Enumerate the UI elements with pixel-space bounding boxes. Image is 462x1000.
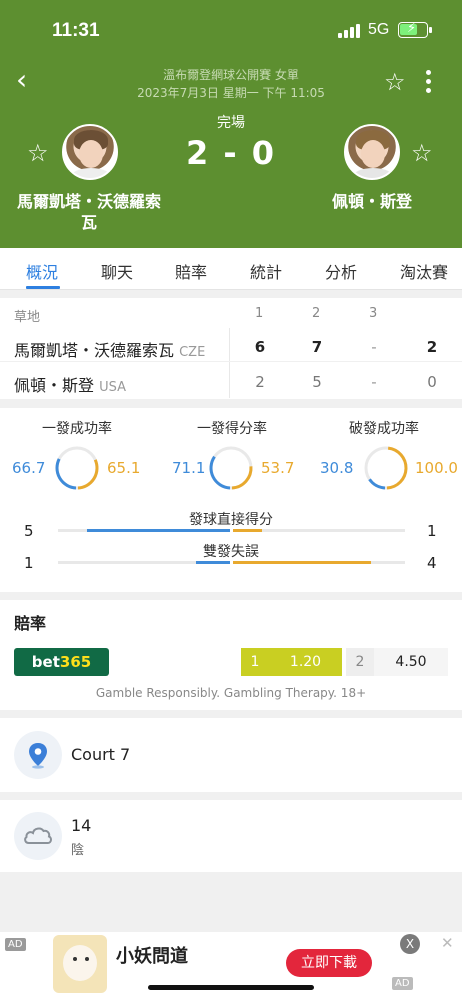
temperature: 14 xyxy=(71,816,92,835)
ring-right-arc xyxy=(386,446,408,490)
player2-set3: - xyxy=(371,373,377,391)
favorite-player2-star-icon[interactable]: ☆ xyxy=(411,141,433,165)
aces-left-bar xyxy=(86,529,230,532)
tab-knockout[interactable]: 淘汰賽 xyxy=(400,259,448,283)
double-faults-right-bar xyxy=(233,561,371,564)
more-options-icon[interactable] xyxy=(426,70,432,94)
player1-set2: 7 xyxy=(311,338,323,356)
ad-dismiss-icon[interactable]: ✕ xyxy=(441,934,454,952)
status-time: 11:31 xyxy=(52,20,100,41)
odds-option2-value[interactable]: 4.50 xyxy=(374,648,448,676)
double-faults-left-bar xyxy=(195,561,230,564)
set-header-2: 2 xyxy=(312,306,321,321)
odds-option1-index[interactable]: 1 xyxy=(241,648,269,676)
player2-row-name[interactable]: 佩頓・斯登 USA xyxy=(14,372,126,396)
stat3-right: 100.0 xyxy=(415,459,458,477)
ad-tag: AD xyxy=(5,938,26,951)
weather-card: 14 陰 xyxy=(0,800,462,872)
scoreboard: 草地 1 2 3 馬爾凱塔・沃德羅索瓦 CZE 6 7 - 2 佩頓・斯登 US… xyxy=(0,298,462,399)
stat2-left: 71.1 xyxy=(172,459,206,477)
player2-set2: 5 xyxy=(312,373,322,391)
player1-total: 2 xyxy=(426,338,438,356)
player2-set1: 2 xyxy=(255,373,265,391)
double-faults-left: 1 xyxy=(24,554,34,572)
bet365-logo[interactable]: bet365 xyxy=(14,648,109,676)
favorite-match-star-icon[interactable]: ☆ xyxy=(384,70,406,94)
double-faults-label: 雙發失誤 xyxy=(203,544,259,560)
gamble-disclaimer[interactable]: Gamble Responsibly. Gambling Therapy. 18… xyxy=(0,686,462,700)
stats-card: 一發成功率 一發得分率 破發成功率 66.7 65.1 71.1 53.7 30… xyxy=(0,408,462,592)
venue-name: Court 7 xyxy=(71,745,131,764)
match-status: 完場 xyxy=(217,115,245,131)
stat2-right: 53.7 xyxy=(261,459,295,477)
player2-name[interactable]: 佩頓・斯登 xyxy=(310,191,434,212)
aces-label: 發球直接得分 xyxy=(189,512,273,528)
tab-analysis[interactable]: 分析 xyxy=(325,259,357,283)
ad-title[interactable]: 小妖問道 xyxy=(116,942,188,968)
stat3-ring xyxy=(364,446,408,490)
tab-overview[interactable]: 概況 xyxy=(26,259,58,283)
tab-odds[interactable]: 賠率 xyxy=(175,259,207,283)
ad-tag-bottom: AD xyxy=(392,977,413,990)
stat2-ring xyxy=(209,446,253,490)
stat1-ring xyxy=(55,446,99,490)
match-header: 11:31 5G ⚡ ‹ 溫布爾登網球公開賽 女單 2023年7月3日 星期一 … xyxy=(0,0,462,248)
ring-right-arc xyxy=(231,466,253,490)
weather-condition: 陰 xyxy=(71,843,85,858)
ad-game-image[interactable] xyxy=(53,935,107,993)
cloud-icon xyxy=(14,812,62,860)
ad-close-icon[interactable]: X xyxy=(400,934,420,954)
odds-option1-value[interactable]: 1.20 xyxy=(269,648,342,676)
surface-label: 草地 xyxy=(14,310,41,325)
player1-country: CZE xyxy=(179,345,206,360)
tab-bar: 概況 聊天 賠率 統計 分析 淘汰賽 xyxy=(0,248,462,290)
active-tab-indicator xyxy=(26,286,60,289)
ring-right-arc xyxy=(77,459,99,490)
player2-country: USA xyxy=(99,380,127,395)
aces-left: 5 xyxy=(24,522,34,540)
odds-title: 賠率 xyxy=(14,614,47,633)
double-faults-right: 4 xyxy=(427,554,437,572)
stat3-left: 30.8 xyxy=(320,459,354,477)
ring-left-arc xyxy=(368,478,386,490)
stat1-label: 一發成功率 xyxy=(42,421,112,437)
tab-chat[interactable]: 聊天 xyxy=(101,259,133,283)
signal-icon xyxy=(338,24,360,38)
battery-icon: ⚡ xyxy=(398,21,432,38)
odds-option2-index[interactable]: 2 xyxy=(346,648,374,676)
stat2-label: 一發得分率 xyxy=(197,421,267,437)
player1-set1: 6 xyxy=(254,338,266,356)
network-type: 5G xyxy=(368,21,390,38)
player1-row-name[interactable]: 馬爾凱塔・沃德羅索瓦 CZE xyxy=(14,337,205,361)
stat1-right: 65.1 xyxy=(107,459,141,477)
set-header-3: 3 xyxy=(369,306,378,321)
set-header-1: 1 xyxy=(255,306,264,321)
player1-name[interactable]: 馬爾凱塔・沃德羅索瓦 xyxy=(14,191,164,233)
ring-left-arc xyxy=(55,458,77,490)
player1-set3: - xyxy=(371,338,377,356)
home-indicator[interactable] xyxy=(148,985,314,990)
player2-avatar[interactable] xyxy=(344,124,400,180)
stat1-left: 66.7 xyxy=(12,459,46,477)
stat3-label: 破發成功率 xyxy=(349,421,419,437)
aces-right: 1 xyxy=(427,522,437,540)
venue-card: Court 7 xyxy=(0,718,462,792)
aces-right-bar xyxy=(233,529,262,532)
odds-card: 賠率 bet365 1 1.20 2 4.50 Gamble Responsib… xyxy=(0,600,462,710)
player2-total: 0 xyxy=(427,373,437,391)
location-pin-icon xyxy=(14,731,62,779)
tab-stats[interactable]: 統計 xyxy=(250,259,282,283)
ad-download-button[interactable]: 立即下載 xyxy=(286,949,372,977)
